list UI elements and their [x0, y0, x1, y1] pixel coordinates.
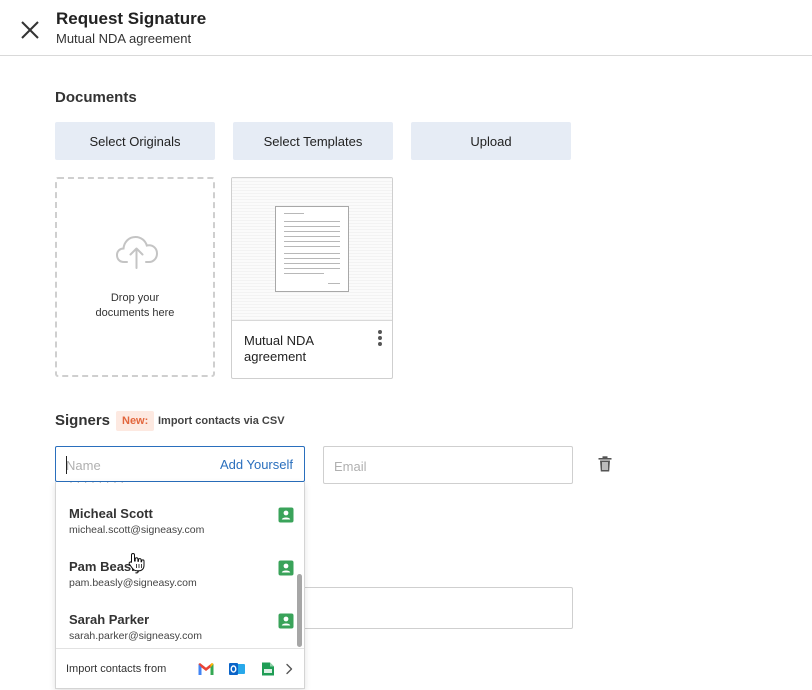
close-icon [21, 21, 39, 39]
document-page-icon [275, 206, 349, 292]
signers-heading: Signers [55, 412, 111, 429]
kebab-menu-icon[interactable] [375, 329, 385, 347]
page-title: Request Signature [56, 9, 207, 28]
trash-icon[interactable] [598, 456, 612, 472]
select-templates-button[interactable]: Select Templates [233, 122, 393, 160]
upload-button[interactable]: Upload [411, 122, 571, 160]
close-button[interactable] [16, 16, 44, 44]
page-header: Request Signature Mutual NDA agreement [0, 0, 812, 56]
signer-name-field[interactable]: Add Yourself [55, 446, 305, 482]
import-csv-link[interactable]: Import contacts via CSV [158, 415, 285, 427]
select-originals-button[interactable]: Select Originals [55, 122, 215, 160]
document-name: Mutual NDA agreement [244, 333, 315, 364]
signer-email-input[interactable] [334, 456, 554, 476]
text-caret [66, 456, 67, 474]
document-card[interactable]: Mutual NDA agreement [231, 177, 393, 379]
document-dropzone[interactable]: Drop your documents here [55, 177, 215, 377]
contact-card-icon [278, 560, 294, 576]
page-subtitle: Mutual NDA agreement [56, 31, 192, 46]
documents-heading: Documents [55, 89, 137, 106]
import-contacts-label: Import contacts from [66, 663, 167, 675]
signer-email-field[interactable] [323, 446, 573, 484]
new-badge: New: [116, 411, 155, 431]
import-contacts-bar: Import contacts from [56, 648, 304, 688]
cloud-upload-icon [115, 235, 159, 269]
list-item-partial: · · · · · · · · [69, 482, 124, 488]
add-yourself-button[interactable]: Add Yourself [220, 457, 293, 472]
contact-suggestions: · · · · · · · · Micheal Scott micheal.sc… [55, 482, 305, 689]
contact-item[interactable]: Micheal Scott micheal.scott@signeasy.com [56, 506, 294, 556]
signer-name-input[interactable] [66, 455, 206, 475]
csv-file-icon[interactable] [260, 662, 276, 676]
outlook-icon[interactable] [229, 662, 245, 676]
dropdown-scroll-thumb[interactable] [297, 574, 302, 647]
dropzone-text: Drop your documents here [95, 292, 175, 319]
document-thumbnail [232, 178, 392, 321]
contact-card-icon [278, 613, 294, 629]
chevron-right-icon[interactable] [285, 663, 293, 675]
message-field[interactable] [300, 587, 573, 629]
contact-card-icon [278, 507, 294, 523]
gmail-icon[interactable] [198, 662, 214, 676]
contact-item[interactable]: Pam Beasly pam.beasly@signeasy.com [56, 559, 294, 609]
